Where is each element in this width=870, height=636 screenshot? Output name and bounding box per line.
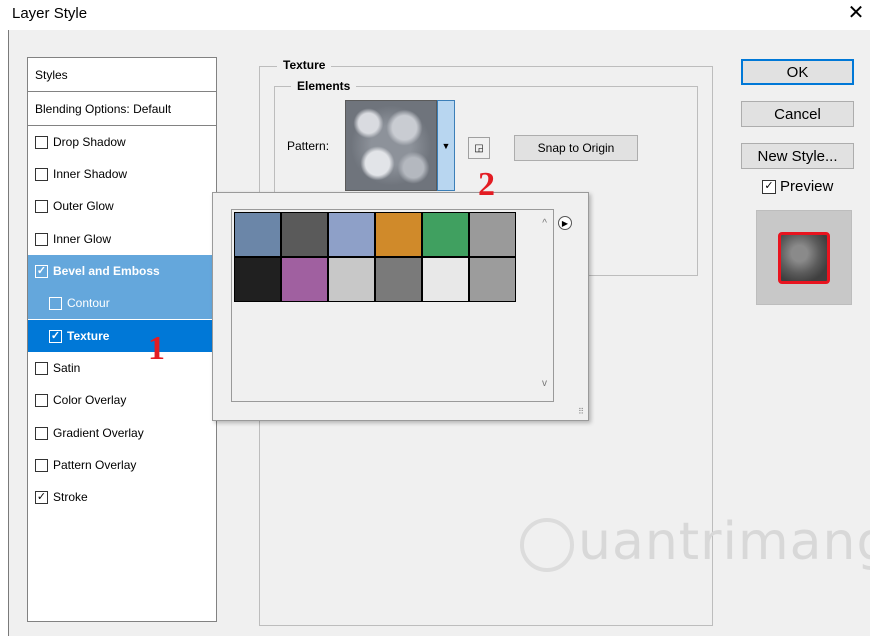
pattern-swatch-blue-cloth[interactable] [328,212,375,257]
step-marker-1: 1 [148,330,165,367]
checkbox-checked[interactable]: ✓ [35,264,48,278]
style-item-stroke[interactable]: ✓ Stroke [28,481,216,513]
style-item-gradient-overlay[interactable]: Gradient Overlay [28,417,216,449]
snap-to-origin-button[interactable]: Snap to Origin [514,135,638,161]
pattern-swatch-clouds[interactable] [469,257,516,302]
pattern-swatch-bubbles[interactable] [234,212,281,257]
checkbox[interactable] [35,135,48,149]
style-item-contour[interactable]: Contour [28,287,216,319]
style-item-inner-shadow[interactable]: Inner Shadow [28,158,216,190]
checkbox-checked[interactable]: ✓ [762,179,776,194]
scroll-down-icon[interactable]: v [542,378,547,389]
styles-list: Styles Blending Options: Default Drop Sh… [27,57,217,622]
style-item-label: Bevel and Emboss [53,264,160,278]
scroll-up-icon[interactable]: ^ [542,218,547,229]
checkbox[interactable] [35,458,48,472]
watermark-text: uantrimang [578,512,870,572]
pattern-preview[interactable] [345,100,437,191]
style-item-drop-shadow[interactable]: Drop Shadow [28,126,216,158]
style-item-label: Pattern Overlay [53,458,137,472]
style-item-label: Color Overlay [53,393,127,407]
style-item-label: Inner Glow [53,232,112,246]
new-preset-icon: ◲ [474,142,484,154]
style-item-label: Outer Glow [53,199,114,213]
checkbox[interactable] [35,361,48,375]
preview-toggle[interactable]: ✓ Preview [762,178,833,195]
style-item-satin[interactable]: Satin [28,352,216,384]
styles-header[interactable]: Styles [28,58,216,92]
preview-label: Preview [780,178,834,195]
style-item-label: Texture [67,329,110,343]
checkbox[interactable] [35,232,48,246]
style-item-label: Contour [67,296,110,310]
style-item-inner-glow[interactable]: Inner Glow [28,223,216,255]
style-item-texture[interactable]: ✓ Texture [28,320,216,352]
cancel-button[interactable]: Cancel [741,101,854,127]
checkbox-checked[interactable]: ✓ [35,490,48,504]
pattern-swatch-orange-weave[interactable] [375,212,422,257]
pattern-picker-popup: ^ v ▶ ⠿ [212,192,589,421]
style-item-label: Inner Shadow [53,167,128,181]
pattern-swatch-rainbow[interactable] [422,212,469,257]
checkbox[interactable] [35,199,48,213]
checkbox[interactable] [35,426,48,440]
style-item-label: Gradient Overlay [53,426,144,440]
window-title: Layer Style [12,5,88,22]
watermark-logo-icon [520,518,574,572]
blending-options-item[interactable]: Blending Options: Default [28,92,216,126]
new-preset-button[interactable]: ◲ [468,137,490,159]
elements-group-title: Elements [291,79,357,93]
pattern-swatch-checker[interactable] [234,257,281,302]
pattern-swatch-white-spots[interactable] [328,257,375,302]
resize-grip-icon[interactable]: ⠿ [578,407,584,416]
preview-swatch [778,232,830,284]
style-item-label: Satin [53,361,81,375]
checkbox[interactable] [35,167,48,181]
style-item-bevel-emboss[interactable]: ✓ Bevel and Emboss [28,255,216,287]
checkbox[interactable] [35,393,48,407]
pattern-swatch-zigzag[interactable] [422,257,469,302]
style-preview [756,210,852,305]
style-item-label: Drop Shadow [53,135,126,149]
step-marker-2: 2 [478,166,495,203]
picker-menu-icon[interactable]: ▶ [558,216,572,230]
pattern-label: Pattern: [287,139,330,153]
pattern-grid: ^ v [231,209,554,402]
style-item-pattern-overlay[interactable]: Pattern Overlay [28,449,216,481]
chevron-down-icon: ▼ [441,140,451,151]
title-bar: Layer Style ✕ [0,0,870,30]
texture-group-title: Texture [277,58,332,72]
checkbox-checked[interactable]: ✓ [49,329,62,343]
pattern-swatch-noise-dark[interactable] [281,212,328,257]
pattern-swatches [232,210,518,304]
close-icon[interactable]: ✕ [844,0,868,25]
pattern-swatch-crackle-grey[interactable] [469,212,516,257]
pattern-swatch-fine-noise[interactable] [375,257,422,302]
pattern-swatch-colorful-noise[interactable] [281,257,328,302]
checkbox[interactable] [49,296,62,310]
new-style-button[interactable]: New Style... [741,143,854,169]
style-item-label: Stroke [53,490,88,504]
style-item-outer-glow[interactable]: Outer Glow [28,190,216,222]
style-item-color-overlay[interactable]: Color Overlay [28,384,216,416]
pattern-dropdown-button[interactable]: ▼ [437,100,455,191]
ok-button[interactable]: OK [741,59,854,85]
